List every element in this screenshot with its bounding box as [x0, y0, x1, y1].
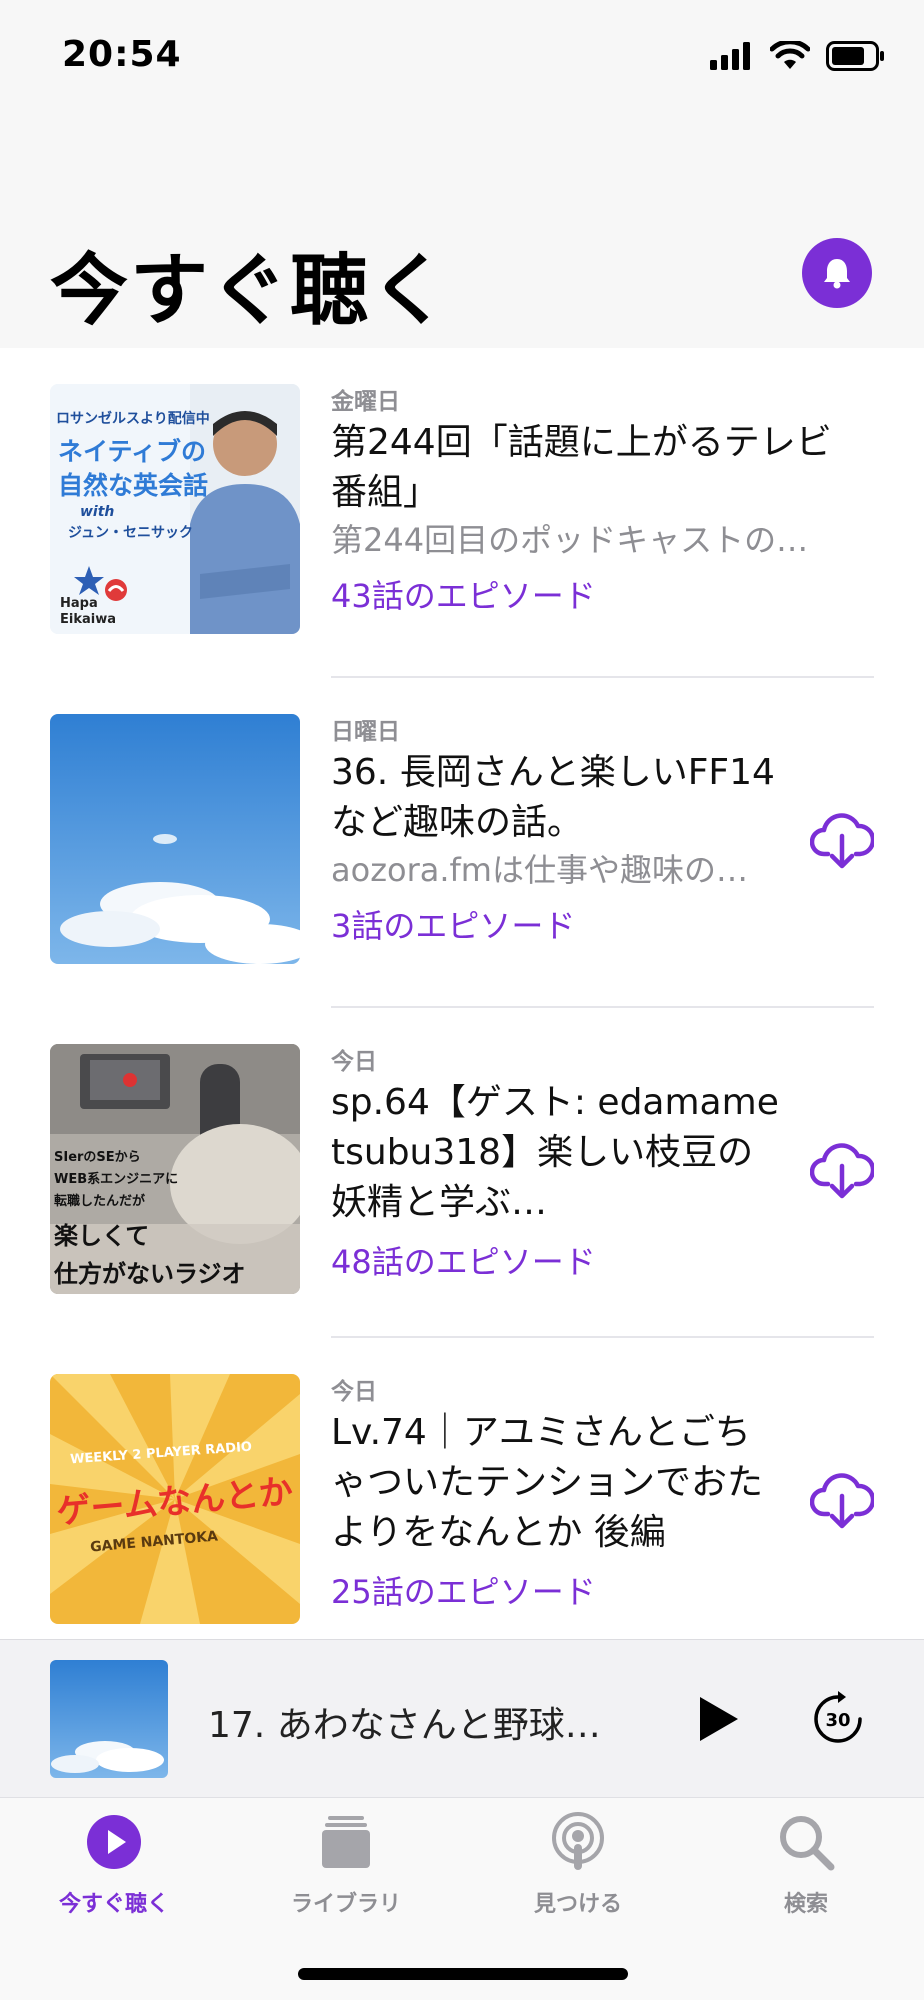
episode-description: 第244回目のポッドキャストの…	[331, 521, 809, 559]
artwork-line3: 転職したんだが	[54, 1194, 146, 1209]
podcast-artwork: WEEKLY 2 PLAYER RADIO ゲームなんとか GAME NANTO…	[50, 1374, 300, 1624]
tab-label: 検索	[783, 1892, 828, 1917]
home-indicator	[298, 1968, 628, 1980]
download-button[interactable]	[810, 1138, 874, 1202]
episode-title: sp.64【ゲスト: edamametsubu318】楽しい枝豆の妖精と学ぶ…	[331, 1082, 779, 1223]
episode-count-link[interactable]: 43話のエピソード	[331, 574, 851, 618]
skip-seconds-label: 30	[825, 1710, 851, 1731]
artwork-title-line2: 自然な英会話	[58, 471, 209, 500]
status-bar: 20:54	[0, 0, 924, 110]
episode-count-link[interactable]: 25話のエピソード	[331, 1570, 781, 1614]
star-icon	[74, 566, 104, 595]
episode-title: Lv.74｜アユミさんとごちゃついたテンションでおたよりをなんとか 後編	[331, 1412, 764, 1553]
list-item[interactable]: 日曜日 36. 長岡さんと楽しいFF14など趣味の話。 aozora.fmは仕事…	[0, 678, 924, 1008]
tab-label: 今すぐ聴く	[58, 1892, 169, 1917]
podcast-artwork	[50, 714, 300, 964]
tab-label: 見つける	[533, 1892, 622, 1917]
list-item[interactable]: ロサンゼルスより配信中 ネイティブの 自然な英会話 with ジュン・セニサック…	[0, 348, 924, 678]
episode-title: 36. 長岡さんと楽しいFF14など趣味の話。	[331, 752, 775, 843]
tab-search[interactable]: 検索	[716, 1812, 896, 1932]
episode-day: 金曜日	[331, 389, 400, 415]
artwork-with: with	[80, 504, 115, 520]
artwork-line1: SIerのSEから	[54, 1150, 141, 1165]
podcast-artwork: ロサンゼルスより配信中 ネイティブの 自然な英会話 with ジュン・セニサック…	[50, 384, 300, 634]
wave-icon	[105, 579, 127, 601]
episode-count-link[interactable]: 3話のエピソード	[331, 904, 781, 948]
episode-day: 今日	[331, 1379, 377, 1405]
artwork-brand: Hapa	[60, 596, 98, 611]
episode-title: 第244回「話題に上がるテレビ番組」	[331, 422, 832, 513]
play-button[interactable]	[690, 1686, 746, 1752]
artwork-line2: WEB系エンジニアに	[54, 1172, 179, 1187]
artwork-host: ジュン・セニサック	[68, 525, 194, 541]
play-icon	[700, 1697, 738, 1741]
artwork-line5: 仕方がないラジオ	[54, 1260, 246, 1288]
artwork-tagline: ロサンゼルスより配信中	[56, 411, 210, 427]
episode-text: 日曜日 36. 長岡さんと楽しいFF14など趣味の話。 aozora.fmは仕事…	[331, 718, 781, 948]
notifications-button[interactable]	[802, 238, 872, 308]
tab-label: ライブラリ	[290, 1892, 401, 1917]
episode-text: 金曜日 第244回「話題に上がるテレビ番組」 第244回目のポッドキャストの… …	[331, 388, 851, 618]
artwork-line4: 楽しくて	[54, 1222, 150, 1250]
status-icons	[710, 38, 886, 74]
wifi-icon	[770, 41, 810, 69]
status-time: 20:54	[62, 34, 182, 75]
library-icon	[316, 1812, 376, 1872]
skip-forward-button[interactable]: 30	[806, 1686, 870, 1752]
cloud-download-icon	[810, 813, 874, 869]
list-item[interactable]: WEEKLY 2 PLAYER RADIO ゲームなんとか GAME NANTO…	[0, 1338, 924, 1668]
download-button[interactable]	[810, 808, 874, 872]
mini-player[interactable]: 17. あわなさんと野球… 30	[0, 1639, 924, 1797]
list-item[interactable]: SIerのSEから WEB系エンジニアに 転職したんだが 楽しくて 仕方がないラ…	[0, 1008, 924, 1338]
episode-day: 今日	[331, 1049, 377, 1075]
episode-description: aozora.fmは仕事や趣味の…	[331, 851, 748, 889]
episode-count-link[interactable]: 48話のエピソード	[331, 1240, 781, 1284]
episode-text: 今日 sp.64【ゲスト: edamametsubu318】楽しい枝豆の妖精と学…	[331, 1048, 781, 1284]
podcast-artwork: SIerのSEから WEB系エンジニアに 転職したんだが 楽しくて 仕方がないラ…	[50, 1044, 300, 1294]
artwork-brand-sub: Eikaiwa	[60, 612, 116, 627]
cellular-signal-icon	[710, 42, 750, 70]
cloud-download-icon	[810, 1143, 874, 1199]
cloud-download-icon	[810, 1473, 874, 1529]
episode-text: 今日 Lv.74｜アユミさんとごちゃついたテンションでおたよりをなんとか 後編 …	[331, 1378, 781, 1614]
page-title: 今すぐ聴く	[50, 246, 451, 336]
tab-library[interactable]: ライブラリ	[256, 1812, 436, 1932]
artwork-title-line1: ネイティブの	[58, 437, 207, 466]
bell-icon	[824, 259, 850, 289]
play-circle-icon	[84, 1812, 144, 1872]
tab-listen-now[interactable]: 今すぐ聴く	[24, 1812, 204, 1932]
search-icon	[776, 1812, 836, 1872]
battery-icon	[826, 41, 884, 71]
tab-browse[interactable]: 見つける	[488, 1812, 668, 1932]
download-button[interactable]	[810, 1468, 874, 1532]
podcasts-icon	[548, 1812, 608, 1872]
now-playing-title: 17. あわなさんと野球…	[208, 1705, 601, 1746]
episode-day: 日曜日	[331, 719, 400, 745]
now-playing-artwork	[50, 1660, 168, 1778]
